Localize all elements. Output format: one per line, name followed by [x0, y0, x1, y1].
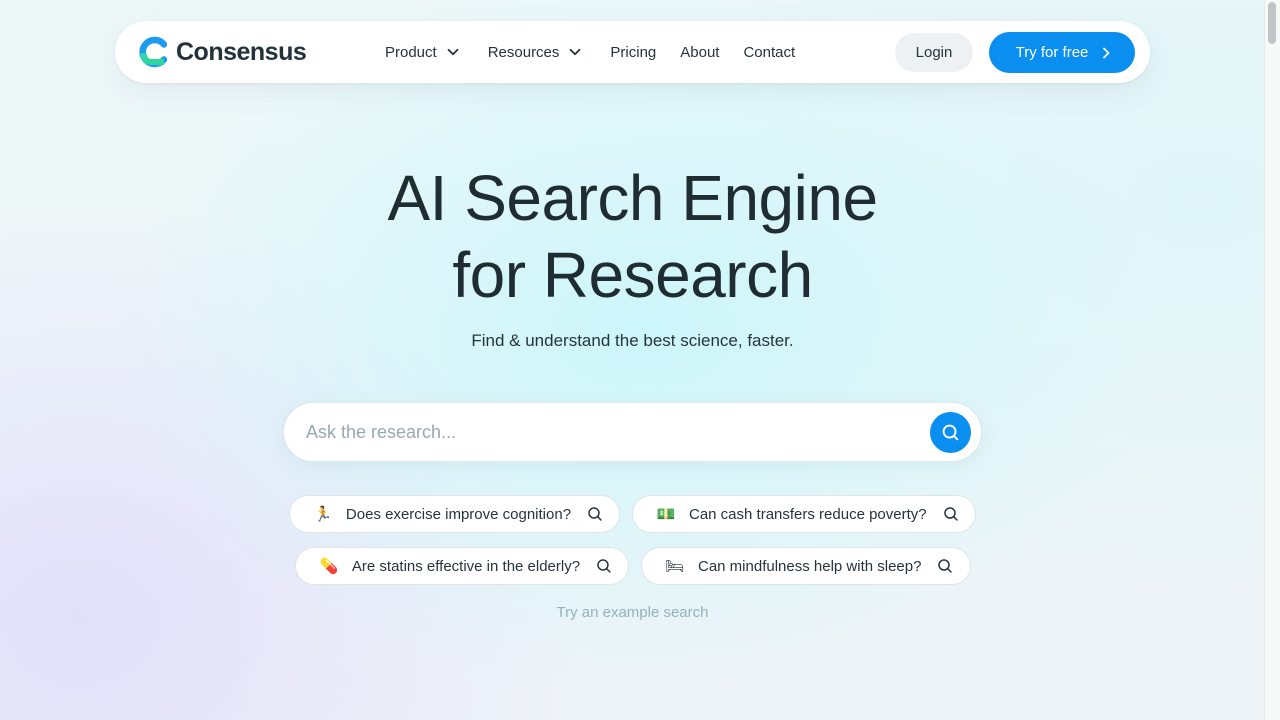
example-chip-text: Can cash transfers reduce poverty? [689, 505, 927, 523]
scrollbar-thumb[interactable] [1268, 2, 1276, 44]
bed-icon: 🛏 [665, 557, 685, 575]
consensus-logo-icon [139, 36, 167, 68]
nav-product-label: Product [385, 43, 437, 61]
cash-icon: 💵 [656, 505, 676, 523]
nav-resources-label: Resources [487, 43, 560, 61]
search-box [283, 402, 982, 462]
search-submit-button[interactable] [930, 412, 971, 453]
chevron-down-icon [570, 48, 581, 56]
login-button[interactable]: Login [895, 33, 973, 72]
nav-contact[interactable]: Contact [743, 44, 795, 61]
nav-pricing[interactable]: Pricing [610, 44, 656, 61]
try-for-free-label: Try for free [1015, 44, 1089, 61]
search-icon [943, 507, 958, 521]
hero-title: AI Search Engine for Research [0, 160, 1265, 314]
hero-title-line-1: AI Search Engine [387, 162, 878, 234]
nav-contact-label: Contact [743, 43, 796, 61]
example-chip-cash-transfers[interactable]: 💵 Can cash transfers reduce poverty? [632, 495, 976, 533]
nav-product[interactable]: Product [385, 44, 460, 61]
example-chip-mindfulness[interactable]: 🛏 Can mindfulness help with sleep? [641, 547, 971, 585]
search-icon [588, 507, 602, 521]
example-chip-text: Are statins effective in the elderly? [351, 557, 581, 575]
try-for-free-button[interactable]: Try for free [989, 32, 1135, 73]
example-chip-text: Does exercise improve cognition? [345, 505, 572, 523]
hero-title-line-2: for Research [452, 239, 813, 311]
example-search-hint: Try an example search [556, 604, 709, 621]
pill-icon: 💊 [319, 557, 339, 575]
hero-subtitle: Find & understand the best science, fast… [471, 331, 794, 350]
search-input[interactable] [306, 403, 906, 461]
search-icon [938, 559, 953, 573]
search-icon [597, 559, 611, 573]
navbar: Consensus Product Resources Pricing Abou… [115, 21, 1150, 83]
nav-resources[interactable]: Resources [488, 44, 583, 61]
brand-name: Consensus [176, 37, 307, 66]
example-chip-exercise[interactable]: 🏃 Does exercise improve cognition? [289, 495, 620, 533]
nav-about-label: About [680, 43, 720, 61]
example-chip-text: Can mindfulness help with sleep? [698, 557, 922, 575]
search-icon [942, 424, 959, 441]
page-scrollbar[interactable] [1264, 0, 1280, 720]
running-person-icon: 🏃 [313, 505, 333, 523]
nav-about[interactable]: About [680, 44, 719, 61]
example-chip-statins[interactable]: 💊 Are statins effective in the elderly? [295, 547, 629, 585]
nav-links: Product Resources Pricing About Contact [385, 21, 819, 83]
nav-pricing-label: Pricing [610, 43, 657, 61]
brand-logo-link[interactable]: Consensus [137, 36, 307, 68]
chevron-down-icon [447, 48, 459, 56]
chevron-right-icon [1103, 47, 1110, 58]
